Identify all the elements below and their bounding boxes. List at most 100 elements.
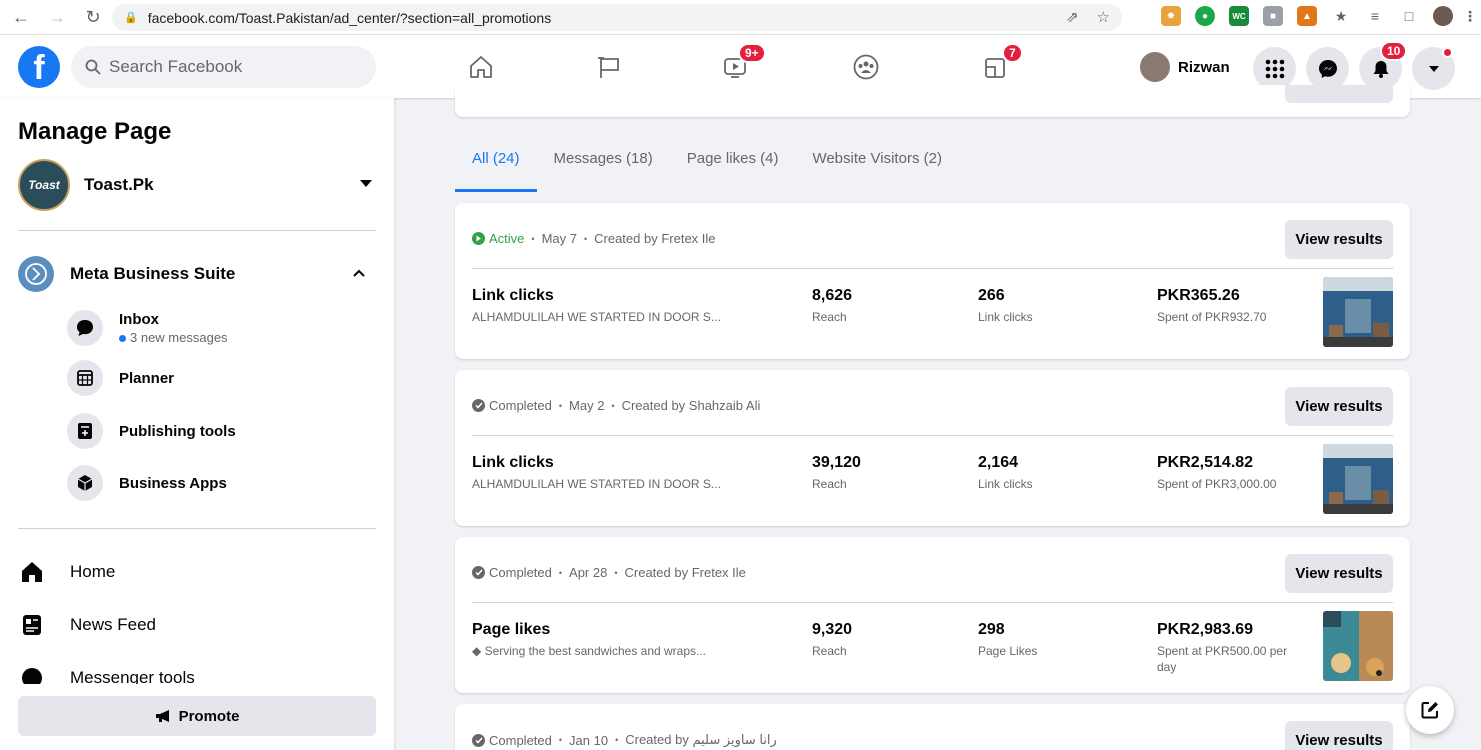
business-suite-label: Meta Business Suite bbox=[70, 264, 236, 283]
status-label: Completed bbox=[489, 732, 552, 748]
promotion-date: Jan 10 bbox=[569, 732, 609, 748]
gaming-nav-icon[interactable]: 7 bbox=[978, 43, 1023, 85]
extension-icon[interactable]: ✸ bbox=[1161, 6, 1181, 26]
ad-thumbnail[interactable] bbox=[1323, 611, 1393, 681]
creator-label: Created by رانا ساویز سلیم bbox=[625, 732, 777, 747]
watch-nav-icon[interactable]: 9+ bbox=[718, 43, 766, 85]
reload-icon[interactable]: ↻ bbox=[84, 7, 102, 28]
kebab-menu-icon[interactable]: ⋮ bbox=[1463, 6, 1477, 26]
pages-flag-nav-icon[interactable] bbox=[592, 49, 628, 85]
diamond-icon: ◆ bbox=[472, 644, 485, 658]
metamask-icon[interactable]: ▲ bbox=[1297, 6, 1317, 26]
puzzle-icon[interactable]: ★ bbox=[1331, 6, 1351, 26]
page-avatar: Toast bbox=[18, 159, 70, 211]
status-label: Completed bbox=[489, 565, 552, 580]
status-label: Active bbox=[489, 231, 525, 246]
divider bbox=[18, 528, 376, 529]
divider bbox=[472, 602, 1393, 603]
view-results-button[interactable]: View results bbox=[1285, 220, 1393, 259]
page-switcher[interactable]: Toast Toast.Pk bbox=[18, 159, 376, 211]
chat-bubble-icon bbox=[67, 310, 103, 346]
bookmark-star-icon[interactable]: ☆ bbox=[1097, 8, 1110, 26]
sidebar-item-home[interactable]: Home bbox=[18, 552, 376, 592]
view-results-button[interactable]: View results bbox=[1285, 721, 1393, 750]
back-arrow-icon[interactable]: ← bbox=[12, 7, 30, 28]
reach-value: 39,120 bbox=[812, 454, 861, 471]
promotion-objective: Link clicks bbox=[472, 454, 554, 471]
sidebar-item-planner[interactable]: Planner bbox=[67, 358, 367, 398]
ad-thumbnail[interactable] bbox=[1323, 277, 1393, 347]
home-icon bbox=[18, 558, 46, 586]
metric-value: 2,164 bbox=[978, 454, 1019, 471]
messenger-button[interactable] bbox=[1306, 47, 1349, 90]
avatar bbox=[1140, 52, 1170, 82]
compose-icon bbox=[1421, 702, 1438, 719]
profile-name: Rizwan bbox=[1178, 58, 1230, 76]
sidebar-item-inbox[interactable]: Inbox 3 new messages bbox=[67, 308, 367, 348]
gaming-badge: 7 bbox=[1002, 43, 1023, 63]
extension-icon[interactable]: WC bbox=[1229, 6, 1249, 26]
reach-value: 9,320 bbox=[812, 621, 853, 638]
reach-label: Reach bbox=[812, 477, 847, 491]
promotion-text: ALHAMDULILAH WE STARTED IN DOOR S... bbox=[472, 477, 721, 491]
address-bar[interactable]: 🔒 facebook.com/Toast.Pakistan/ad_center/… bbox=[112, 4, 1122, 31]
compose-button[interactable] bbox=[1406, 686, 1454, 734]
previous-card-edge bbox=[455, 85, 1410, 117]
tab-page-likes[interactable]: Page likes (4) bbox=[670, 140, 796, 192]
spent-label: Spent of PKR3,000.00 bbox=[1157, 477, 1277, 491]
side-panel-icon[interactable]: □ bbox=[1399, 6, 1419, 26]
meta-business-suite-section[interactable]: Meta Business Suite bbox=[18, 256, 376, 292]
promotion-text: ALHAMDULILAH WE STARTED IN DOOR S... bbox=[472, 310, 721, 324]
promotion-status: Completed • Jan 10 • Created by رانا ساو… bbox=[472, 732, 777, 748]
view-results-button[interactable]: View results bbox=[1285, 554, 1393, 593]
notifications-button[interactable]: 10 bbox=[1359, 41, 1408, 90]
account-avatar[interactable] bbox=[1433, 6, 1453, 26]
account-menu-button[interactable] bbox=[1412, 47, 1455, 90]
profile-link[interactable]: Rizwan bbox=[1140, 50, 1230, 84]
metric-label: Link clicks bbox=[978, 310, 1033, 324]
messenger-icon bbox=[1318, 59, 1337, 78]
play-icon bbox=[472, 232, 485, 245]
promotion-status: Completed • May 2 • Created by Shahzaib … bbox=[472, 398, 760, 413]
extension-icon[interactable]: ● bbox=[1195, 6, 1215, 26]
notification-dot bbox=[1442, 47, 1453, 58]
promotion-card: Completed • Jan 10 • Created by رانا ساو… bbox=[455, 704, 1410, 750]
groups-nav-icon[interactable] bbox=[848, 49, 884, 85]
search-icon bbox=[85, 59, 101, 75]
ad-thumbnail[interactable] bbox=[1323, 444, 1393, 514]
megaphone-icon bbox=[155, 710, 169, 722]
search-input[interactable]: Search Facebook bbox=[71, 46, 376, 88]
promotion-date: May 2 bbox=[569, 398, 605, 413]
tab-website-visitors[interactable]: Website Visitors (2) bbox=[795, 140, 959, 192]
promotion-status: Completed • Apr 28 • Created by Fretex I… bbox=[472, 565, 746, 580]
tab-all[interactable]: All (24) bbox=[455, 140, 537, 192]
divider bbox=[472, 268, 1393, 269]
facebook-logo-icon[interactable]: f bbox=[18, 46, 60, 88]
promotion-tabs: All (24) Messages (18) Page likes (4) We… bbox=[455, 140, 959, 192]
forward-arrow-icon[interactable]: → bbox=[48, 7, 66, 28]
sidebar-item-publishing-tools[interactable]: Publishing tools bbox=[67, 411, 367, 451]
spent-value: PKR2,514.82 bbox=[1157, 454, 1254, 471]
extensions-bar: ✸ ● WC ■ ▲ ★ ≡ □ ⋮ bbox=[1161, 6, 1477, 26]
sidebar-item-label: News Feed bbox=[70, 615, 156, 634]
share-icon[interactable]: ⇗ bbox=[1066, 8, 1079, 26]
spent-label: Spent of PKR932.70 bbox=[1157, 310, 1267, 324]
metric-label: Link clicks bbox=[978, 477, 1033, 491]
home-nav-icon[interactable] bbox=[463, 49, 499, 85]
calendar-icon bbox=[67, 360, 103, 396]
view-results-button[interactable]: View results bbox=[1285, 387, 1393, 426]
reading-list-icon[interactable]: ≡ bbox=[1365, 6, 1385, 26]
menu-grid-button[interactable] bbox=[1253, 47, 1296, 90]
spent-value: PKR2,983.69 bbox=[1157, 621, 1254, 638]
sidebar-item-business-apps[interactable]: Business Apps bbox=[67, 463, 367, 503]
promotion-card: Active • May 7 • Created by Fretex Ile V… bbox=[455, 203, 1410, 359]
sidebar-item-label: Planner bbox=[119, 369, 175, 387]
extension-icon[interactable]: ■ bbox=[1263, 6, 1283, 26]
chevron-up-icon[interactable] bbox=[352, 268, 366, 278]
page-name: Toast.Pk bbox=[84, 175, 154, 194]
news-feed-icon bbox=[18, 611, 46, 639]
tab-messages[interactable]: Messages (18) bbox=[537, 140, 670, 192]
sidebar-item-news-feed[interactable]: News Feed bbox=[18, 605, 376, 645]
metric-value: 266 bbox=[978, 287, 1005, 304]
promote-button[interactable]: Promote bbox=[18, 696, 376, 736]
